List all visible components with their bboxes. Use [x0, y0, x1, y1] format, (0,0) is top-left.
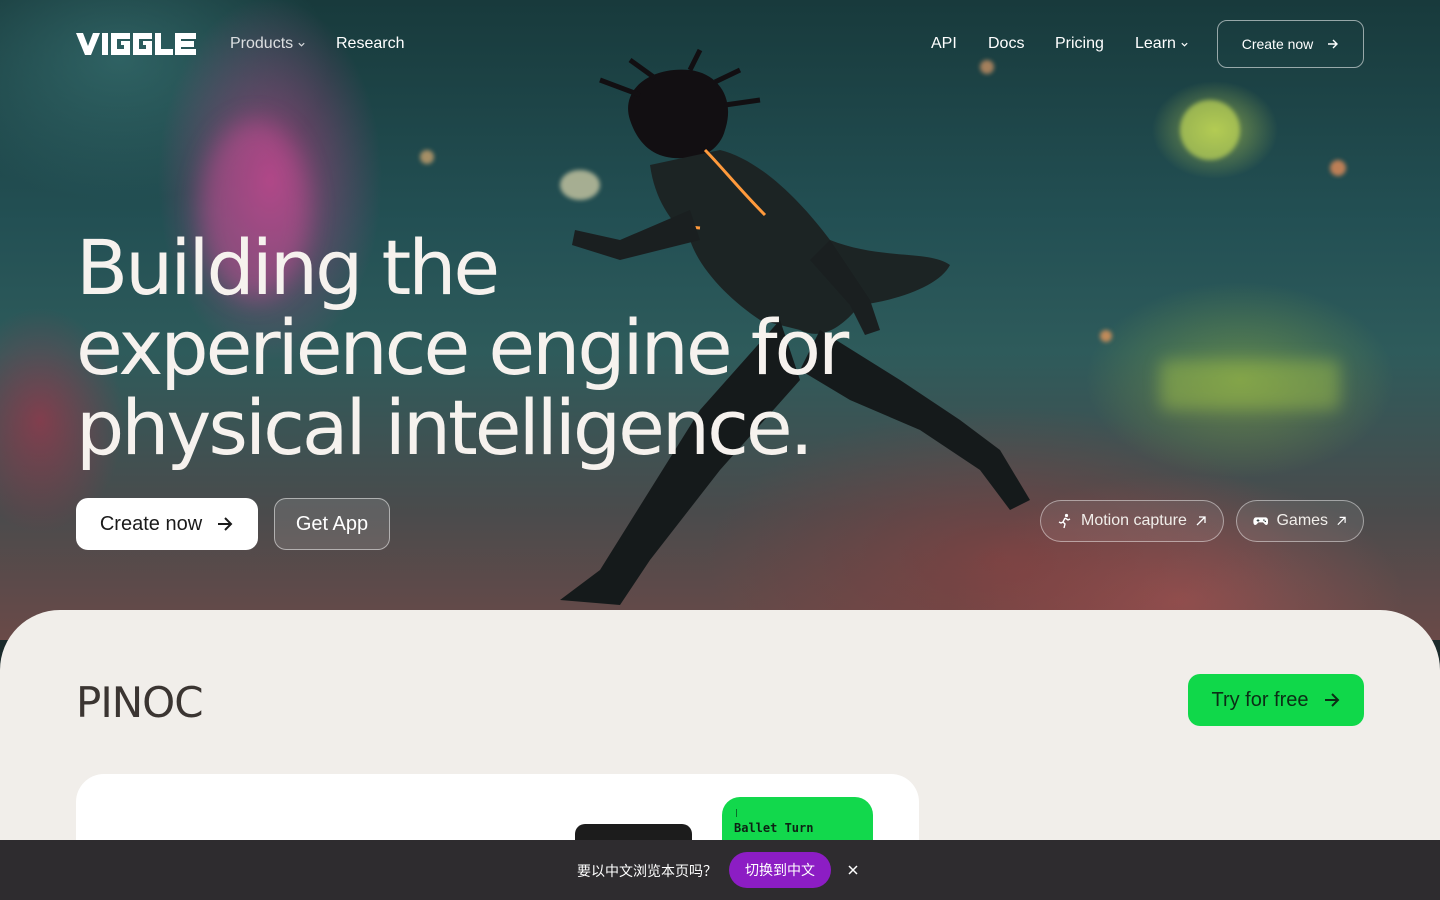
nav-learn-label: Learn: [1135, 35, 1176, 52]
games-pill[interactable]: Games: [1236, 500, 1364, 542]
close-icon[interactable]: [846, 863, 860, 877]
headline-line-3: physical intelligence.: [76, 383, 814, 472]
hero-create-now-button[interactable]: Create now: [76, 498, 258, 550]
nav-api[interactable]: API: [931, 33, 957, 55]
games-label: Games: [1276, 512, 1329, 529]
switch-language-label: 切换到中文: [745, 862, 815, 878]
gamepad-icon: [1253, 517, 1269, 526]
viggle-logo[interactable]: [76, 31, 197, 57]
section-title: PINOC: [76, 678, 204, 727]
arrow-right-icon: [1328, 39, 1339, 49]
chevron-down-icon: [298, 42, 305, 47]
headline-line-2: experience engine for: [76, 303, 849, 392]
cursor-tick: [736, 809, 737, 817]
nav-products-label: Products: [230, 35, 294, 52]
try-for-free-label: Try for free: [1211, 688, 1309, 711]
language-prompt: 要以中文浏览本页吗？: [577, 863, 717, 879]
nav-api-label: API: [931, 35, 957, 52]
arrow-up-right-icon: [1196, 516, 1206, 526]
top-nav: Products Research API Docs Pricing Learn…: [0, 0, 1440, 88]
chevron-down-icon: [1181, 42, 1188, 47]
arrow-right-icon: [218, 517, 233, 531]
motion-capture-pill[interactable]: Motion capture: [1040, 500, 1224, 542]
get-app-label: Get App: [295, 512, 369, 535]
nav-create-now-label: Create now: [1241, 36, 1314, 52]
arrow-up-right-icon: [1337, 516, 1346, 526]
nav-pricing[interactable]: Pricing: [1055, 33, 1104, 55]
nav-create-now-button[interactable]: Create now: [1217, 20, 1364, 68]
nav-research[interactable]: Research: [336, 33, 404, 55]
motion-preset-label: Ballet Turn: [734, 821, 814, 835]
nav-docs[interactable]: Docs: [988, 33, 1024, 55]
running-person-icon: [1058, 513, 1071, 529]
nav-learn[interactable]: Learn: [1135, 33, 1189, 55]
language-banner: [0, 840, 1440, 900]
try-for-free-button[interactable]: Try for free: [1188, 674, 1364, 726]
nav-research-label: Research: [336, 35, 405, 52]
arrow-right-icon: [1324, 693, 1339, 707]
nav-docs-label: Docs: [988, 35, 1025, 52]
get-app-button[interactable]: Get App: [274, 498, 390, 550]
nav-pricing-label: Pricing: [1055, 35, 1104, 52]
hero-create-now-label: Create now: [99, 512, 203, 535]
switch-language-button[interactable]: 切换到中文: [729, 852, 831, 888]
headline-line-1: Building the: [76, 223, 500, 312]
nav-products[interactable]: Products: [230, 33, 306, 55]
motion-capture-label: Motion capture: [1081, 512, 1187, 529]
hero-headline: Building the experience engine for physi…: [76, 228, 876, 468]
